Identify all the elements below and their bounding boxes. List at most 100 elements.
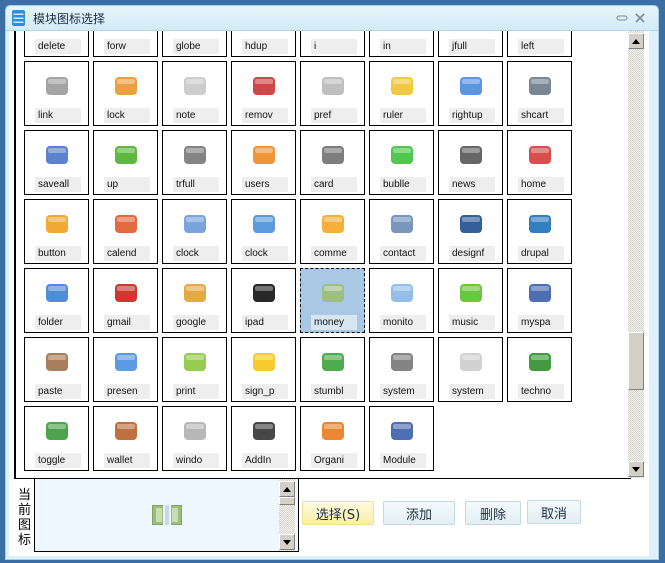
preview-scroll-down-button[interactable] bbox=[279, 534, 295, 550]
icon-cell-in[interactable]: in bbox=[369, 31, 434, 57]
icon-cell-module[interactable]: Module bbox=[369, 406, 434, 471]
preview-scrollbar[interactable] bbox=[279, 479, 295, 551]
icon-label: ipad bbox=[242, 315, 288, 330]
scroll-thumb[interactable] bbox=[628, 332, 644, 391]
cancel-button[interactable]: 取消 bbox=[527, 500, 581, 524]
icon-cell-money[interactable]: money bbox=[300, 268, 365, 333]
icon-label: google bbox=[173, 315, 219, 330]
icon-cell-calend[interactable]: calend bbox=[93, 199, 158, 264]
minimize-button[interactable] bbox=[616, 12, 628, 26]
icon-cell-designf[interactable]: designf bbox=[438, 199, 503, 264]
icon-label: saveall bbox=[35, 177, 81, 192]
icon-cell-techno[interactable]: techno bbox=[507, 337, 572, 402]
icon-cell-google[interactable]: google bbox=[162, 268, 227, 333]
link-icon bbox=[43, 72, 71, 100]
icon-cell-forw[interactable]: forw bbox=[93, 31, 158, 57]
icon-label: drupal bbox=[518, 246, 564, 261]
icon-cell-gmail[interactable]: gmail bbox=[93, 268, 158, 333]
add-button[interactable]: 添加 bbox=[383, 501, 455, 525]
icon-cell-toggle[interactable]: toggle bbox=[24, 406, 89, 471]
home-icon bbox=[526, 141, 554, 169]
preview-scroll-thumb[interactable] bbox=[279, 497, 295, 505]
preview-scroll-up-button[interactable] bbox=[279, 481, 295, 497]
icon-cell-globe[interactable]: globe bbox=[162, 31, 227, 57]
icon-cell-print[interactable]: print bbox=[162, 337, 227, 402]
icon-label: wallet bbox=[104, 453, 150, 468]
icon-label: comme bbox=[311, 246, 357, 261]
icon-cell-lock[interactable]: lock bbox=[93, 61, 158, 126]
icon-label: rightup bbox=[449, 108, 495, 123]
icon-cell-shcart[interactable]: shcart bbox=[507, 61, 572, 126]
icon-label: button bbox=[35, 246, 81, 261]
icon-cell-button[interactable]: button bbox=[24, 199, 89, 264]
scroll-up-button[interactable] bbox=[628, 33, 644, 49]
icon-cell-paste[interactable]: paste bbox=[24, 337, 89, 402]
icon-label: print bbox=[173, 384, 219, 399]
icon-cell-sign_p[interactable]: sign_p bbox=[231, 337, 296, 402]
arrow-down-icon bbox=[283, 539, 291, 545]
icon-cell-comme[interactable]: comme bbox=[300, 199, 365, 264]
icon-cell-drupal[interactable]: drupal bbox=[507, 199, 572, 264]
minimize-icon bbox=[616, 15, 628, 21]
close-button[interactable] bbox=[634, 12, 646, 26]
icon-cell-rightup[interactable]: rightup bbox=[438, 61, 503, 126]
icon-cell-home[interactable]: home bbox=[507, 130, 572, 195]
icon-cell-clock[interactable]: clock bbox=[231, 199, 296, 264]
icon-cell-jfull[interactable]: jfull bbox=[438, 31, 503, 57]
icon-grid-frame: delete forw globe hdup i in jfull left link lock n… bbox=[14, 31, 631, 479]
icon-cell-folder[interactable]: folder bbox=[24, 268, 89, 333]
toggle-icon bbox=[43, 417, 71, 445]
ipad-icon bbox=[250, 279, 278, 307]
icon-cell-remov[interactable]: remov bbox=[231, 61, 296, 126]
up-arrow-icon bbox=[112, 141, 140, 169]
icon-cell-clock[interactable]: clock bbox=[162, 199, 227, 264]
icon-label: Module bbox=[380, 453, 426, 468]
icon-cell-users[interactable]: users bbox=[231, 130, 296, 195]
icon-cell-pref[interactable]: pref bbox=[300, 61, 365, 126]
icon-cell-system[interactable]: system bbox=[438, 337, 503, 402]
icon-cell-contact[interactable]: contact bbox=[369, 199, 434, 264]
icon-cell-wallet[interactable]: wallet bbox=[93, 406, 158, 471]
icon-cell-i[interactable]: i bbox=[300, 31, 365, 57]
title-bar: 模块图标选择 bbox=[6, 6, 658, 31]
icon-cell-left[interactable]: left bbox=[507, 31, 572, 57]
shopping-cart-icon bbox=[526, 72, 554, 100]
icon-cell-saveall[interactable]: saveall bbox=[24, 130, 89, 195]
icon-cell-link[interactable]: link bbox=[24, 61, 89, 126]
icon-label: note bbox=[173, 108, 219, 123]
select-button[interactable]: 选择(S) bbox=[302, 501, 374, 525]
drupal-icon bbox=[526, 210, 554, 238]
icon-cell-music[interactable]: music bbox=[438, 268, 503, 333]
delete-button[interactable]: 删除 bbox=[465, 501, 521, 525]
grid-scrollbar[interactable] bbox=[628, 31, 644, 478]
scroll-down-button[interactable] bbox=[628, 461, 644, 477]
organization-icon bbox=[319, 417, 347, 445]
icon-cell-trfull[interactable]: trfull bbox=[162, 130, 227, 195]
card-icon bbox=[319, 141, 347, 169]
icon-label: jfull bbox=[449, 39, 495, 54]
icon-cell-myspa[interactable]: myspa bbox=[507, 268, 572, 333]
icon-cell-monito[interactable]: monito bbox=[369, 268, 434, 333]
icon-cell-ruler[interactable]: ruler bbox=[369, 61, 434, 126]
icon-cell-system[interactable]: system bbox=[369, 337, 434, 402]
system-equalizer-icon bbox=[388, 348, 416, 376]
contact-icon bbox=[388, 210, 416, 238]
icon-cell-addin[interactable]: AddIn bbox=[231, 406, 296, 471]
users-icon bbox=[250, 141, 278, 169]
icon-cell-up[interactable]: up bbox=[93, 130, 158, 195]
icon-cell-note[interactable]: note bbox=[162, 61, 227, 126]
icon-cell-delete[interactable]: delete bbox=[24, 31, 89, 57]
icon-cell-organi[interactable]: Organi bbox=[300, 406, 365, 471]
icon-cell-presen[interactable]: presen bbox=[93, 337, 158, 402]
icon-cell-news[interactable]: news bbox=[438, 130, 503, 195]
icon-cell-card[interactable]: card bbox=[300, 130, 365, 195]
icon-label: delete bbox=[35, 39, 81, 54]
icon-cell-ipad[interactable]: ipad bbox=[231, 268, 296, 333]
gmail-icon bbox=[112, 279, 140, 307]
icon-cell-hdup[interactable]: hdup bbox=[231, 31, 296, 57]
monitor-icon bbox=[388, 279, 416, 307]
rightup-arrow-icon bbox=[457, 72, 485, 100]
icon-cell-bublle[interactable]: bublle bbox=[369, 130, 434, 195]
icon-cell-stumbl[interactable]: stumbl bbox=[300, 337, 365, 402]
icon-cell-windo[interactable]: windo bbox=[162, 406, 227, 471]
